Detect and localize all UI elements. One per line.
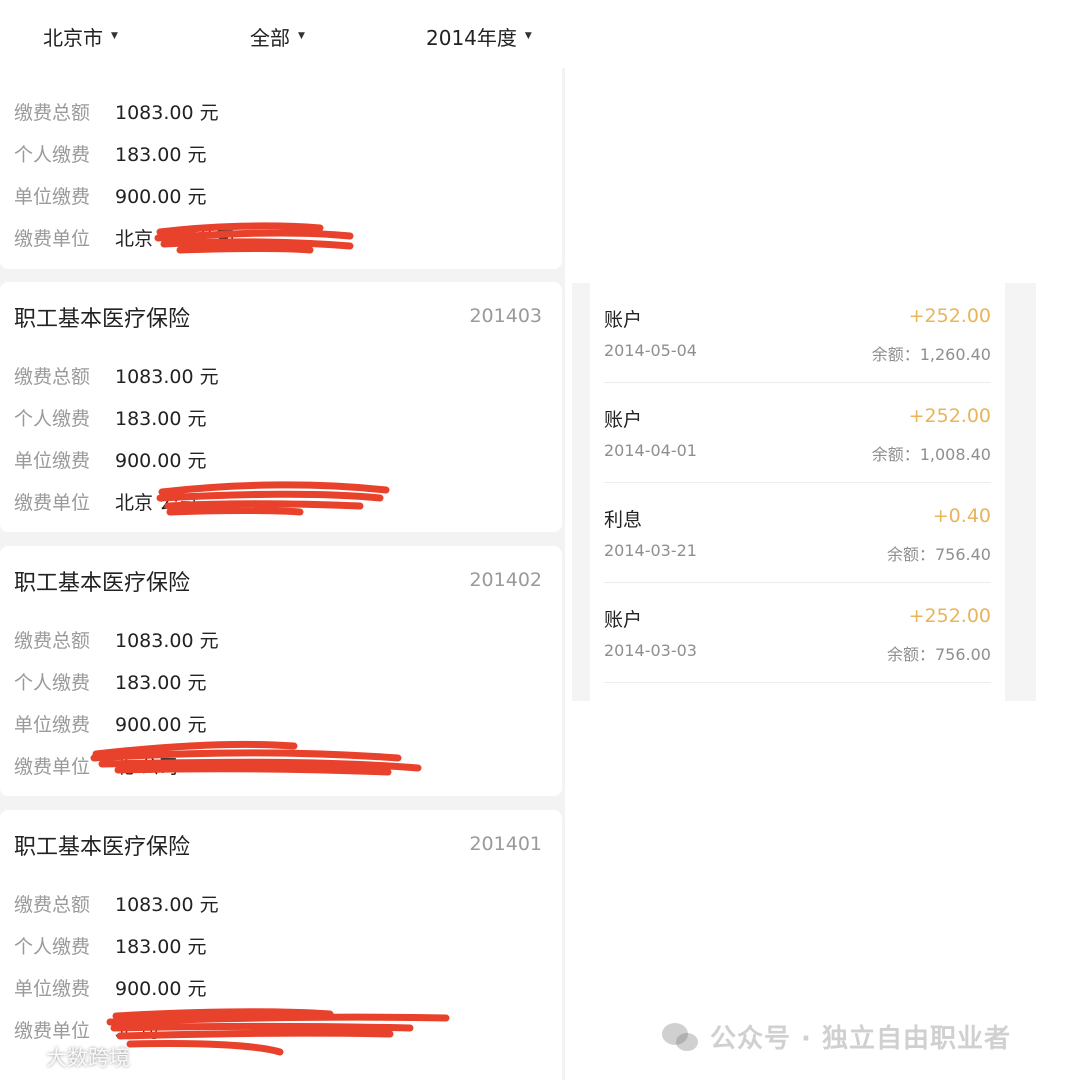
caret-down-icon: ▼ [524, 30, 532, 41]
card-period: 201401 [469, 833, 542, 855]
type-filter-label: 全部 [250, 26, 290, 50]
employer-label: 缴费单位 [14, 228, 91, 250]
company-value: 900.00 元 [115, 450, 207, 472]
employer-row: 缴费单位 北 司 [14, 1016, 159, 1043]
total-row: 缴费总额 1083.00 元 [14, 626, 219, 653]
transaction-date: 2014-04-01 [604, 441, 697, 460]
card-title: 职工基本医疗保险 [14, 835, 191, 860]
transaction-type: 账户 [604, 409, 643, 431]
total-label: 缴费总额 [14, 366, 91, 388]
transaction-item[interactable]: 账户 +252.00 2014-05-04 余额：1,260.40 [604, 283, 991, 383]
personal-label: 个人缴费 [14, 672, 91, 694]
weibo-logo-icon [6, 1046, 39, 1070]
transaction-balance: 余额：756.00 [887, 645, 991, 664]
total-value: 1083.00 元 [115, 102, 219, 124]
transaction-balance: 余额：1,008.40 [871, 445, 991, 464]
city-filter-dropdown[interactable]: 北京市 ▼ [43, 22, 118, 51]
transaction-date: 2014-03-03 [604, 641, 697, 660]
payment-card[interactable]: 缴费总额 1083.00 元 个人缴费 183.00 元 单位缴费 900.00 元 … [0, 68, 562, 269]
transaction-date: 2014-03-21 [604, 541, 697, 560]
watermark-bottom-left: 大数跨境 [6, 1042, 130, 1072]
wechat-logo-icon [662, 1022, 698, 1051]
year-filter-dropdown[interactable]: 2014年度 ▼ [426, 22, 532, 51]
total-label: 缴费总额 [14, 630, 91, 652]
company-label: 单位缴费 [14, 714, 91, 736]
company-row: 单位缴费 900.00 元 [14, 182, 207, 209]
card-period: 201403 [469, 305, 542, 327]
payment-card[interactable]: 职工基本医疗保险 201403 缴费总额 1083.00 元 个人缴费 183.00… [0, 282, 562, 532]
transaction-amount: +0.40 [932, 505, 991, 527]
transaction-type: 利息 [604, 509, 643, 531]
transaction-date: 2014-05-04 [604, 341, 697, 360]
payment-card[interactable]: 职工基本医疗保险 201402 缴费总额 1083.00 元 个人缴费 183.00… [0, 546, 562, 796]
transaction-list: 账户 +252.00 2014-05-04 余额：1,260.40 账户 +25… [590, 283, 1005, 701]
company-label: 单位缴费 [14, 978, 91, 1000]
employer-value: 北 司 [115, 1020, 160, 1042]
year-filter-label: 2014年度 [426, 26, 517, 50]
transaction-type: 账户 [604, 609, 643, 631]
personal-row: 个人缴费 183.00 元 [14, 932, 207, 959]
total-row: 缴费总额 1083.00 元 [14, 890, 219, 917]
card-period: 201402 [469, 569, 542, 591]
transaction-item[interactable]: 利息 +0.40 2014-03-21 余额：756.40 [604, 483, 991, 583]
company-value: 900.00 元 [115, 714, 207, 736]
type-filter-dropdown[interactable]: 全部 ▼ [250, 22, 305, 51]
city-filter-label: 北京市 [43, 26, 103, 50]
transaction-item[interactable]: 账户 +252.00 2014-04-01 余额：1,008.40 [604, 383, 991, 483]
insurance-payment-list: 北京市 ▼ 全部 ▼ 2014年度 ▼ 缴费总额 1083.00 元 个人缴费 18… [0, 0, 565, 1080]
employer-value: 北京 公司 [115, 492, 198, 514]
caret-down-icon: ▼ [298, 30, 305, 41]
company-label: 单位缴费 [14, 450, 91, 472]
card-title: 职工基本医疗保险 [14, 307, 191, 332]
personal-row: 个人缴费 183.00 元 [14, 140, 207, 167]
caret-down-icon: ▼ [111, 30, 118, 41]
total-row: 缴费总额 1083.00 元 [14, 362, 219, 389]
account-transaction-panel: 账户 +252.00 2014-05-04 余额：1,260.40 账户 +25… [572, 283, 1036, 701]
watermark-bottom-right: 公众号 · 独立自由职业者 [660, 1018, 1011, 1055]
personal-row: 个人缴费 183.00 元 [14, 404, 207, 431]
personal-value: 183.00 元 [115, 672, 207, 694]
personal-value: 183.00 元 [115, 144, 207, 166]
personal-label: 个人缴费 [14, 408, 91, 430]
transaction-type: 账户 [604, 309, 643, 331]
employer-label: 缴费单位 [14, 756, 91, 778]
employer-label: 缴费单位 [14, 492, 91, 514]
personal-value: 183.00 元 [115, 408, 207, 430]
employer-row: 缴费单位 北京 有限公司 [14, 224, 235, 251]
company-value: 900.00 元 [115, 186, 207, 208]
filter-bar: 北京市 ▼ 全部 ▼ 2014年度 ▼ [0, 0, 565, 68]
total-label: 缴费总额 [14, 894, 91, 916]
personal-row: 个人缴费 183.00 元 [14, 668, 207, 695]
transaction-balance: 余额：756.40 [887, 545, 991, 564]
employer-label: 缴费单位 [14, 1020, 91, 1042]
total-row: 缴费总额 1083.00 元 [14, 98, 219, 125]
company-label: 单位缴费 [14, 186, 91, 208]
payment-card[interactable]: 职工基本医疗保险 201401 缴费总额 1083.00 元 个人缴费 183.00… [0, 810, 562, 1080]
transaction-amount: +252.00 [908, 405, 991, 427]
total-value: 1083.00 元 [115, 630, 219, 652]
transaction-item[interactable]: 账户 +252.00 2014-03-03 余额：756.00 [604, 583, 991, 683]
personal-label: 个人缴费 [14, 936, 91, 958]
transaction-amount: +252.00 [908, 305, 991, 327]
company-value: 900.00 元 [115, 978, 207, 1000]
card-title: 职工基本医疗保险 [14, 571, 191, 596]
employer-value: 北京 有限公司 [115, 228, 236, 250]
personal-value: 183.00 元 [115, 936, 207, 958]
transaction-amount: +252.00 [908, 605, 991, 627]
company-row: 单位缴费 900.00 元 [14, 710, 207, 737]
watermark-text: 大数跨境 [46, 1046, 130, 1070]
employer-value: 北 公司 [115, 756, 179, 778]
personal-label: 个人缴费 [14, 144, 91, 166]
company-row: 单位缴费 900.00 元 [14, 974, 207, 1001]
total-value: 1083.00 元 [115, 366, 219, 388]
company-row: 单位缴费 900.00 元 [14, 446, 207, 473]
total-label: 缴费总额 [14, 102, 91, 124]
employer-row: 缴费单位 北 公司 [14, 752, 178, 779]
watermark-text: 公众号 · 独立自由职业者 [710, 1024, 1011, 1054]
transaction-balance: 余额：1,260.40 [871, 345, 991, 364]
total-value: 1083.00 元 [115, 894, 219, 916]
employer-row: 缴费单位 北京 公司 [14, 488, 197, 515]
